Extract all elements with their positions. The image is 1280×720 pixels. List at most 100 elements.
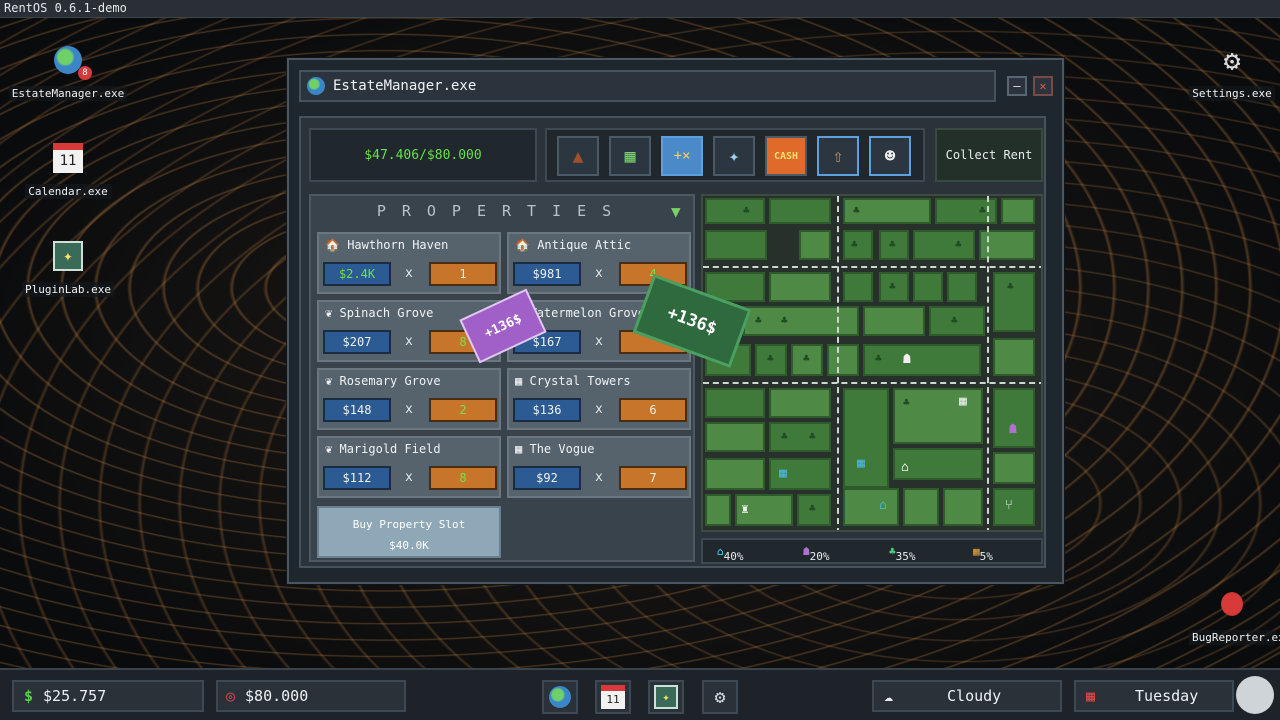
- property-card[interactable]: ▦ Crystal Towers $136 x 6: [507, 368, 691, 430]
- map-lot[interactable]: [913, 230, 975, 260]
- property-price[interactable]: $112: [323, 466, 391, 490]
- map-lot[interactable]: [769, 422, 831, 452]
- road: [703, 382, 1041, 384]
- building-tool-icon[interactable]: ▦: [609, 136, 651, 176]
- map-lot[interactable]: [993, 488, 1035, 526]
- property-count[interactable]: 6: [619, 398, 687, 422]
- road: [837, 196, 839, 530]
- property-count[interactable]: 2: [429, 398, 497, 422]
- desktop-icon-calendar[interactable]: 11 Calendar.exe: [8, 140, 128, 199]
- taskbar-pluginlab-button[interactable]: ✦: [648, 680, 684, 714]
- day-display: ▦ Tuesday: [1074, 680, 1234, 712]
- filter-icon[interactable]: ▼: [671, 202, 681, 221]
- multiplier-tool-icon[interactable]: +×: [661, 136, 703, 176]
- desktop-icon-estatemanager[interactable]: 8 EstateManager.exe: [8, 42, 128, 101]
- tree-icon: ♣: [767, 352, 774, 365]
- property-card[interactable]: 🏠 Hawthorn Haven $2.4K x 1: [317, 232, 501, 294]
- building-icon: ▦: [959, 394, 967, 409]
- calendar-icon: ▦: [1086, 687, 1096, 705]
- map-lot[interactable]: [827, 344, 859, 376]
- map-lot[interactable]: [1001, 198, 1035, 224]
- map-lot[interactable]: [705, 388, 765, 418]
- tree-icon: ♣: [809, 430, 816, 443]
- buy-property-slot-button[interactable]: Buy Property Slot $40.0K: [317, 506, 501, 558]
- map-lot[interactable]: [843, 488, 899, 526]
- tree-tool-icon[interactable]: ▲: [557, 136, 599, 176]
- times-sign: x: [595, 470, 603, 485]
- weather-value: Cloudy: [947, 687, 1002, 705]
- map-lot[interactable]: [843, 272, 873, 302]
- property-count[interactable]: 8: [429, 466, 497, 490]
- property-card[interactable]: ▦ The Vogue $92 x 7: [507, 436, 691, 498]
- close-button[interactable]: ✕: [1033, 76, 1053, 96]
- taskbar-calendar-button[interactable]: 11: [595, 680, 631, 714]
- taskbar-settings-button[interactable]: ⚙: [702, 680, 738, 714]
- map-lot[interactable]: [799, 230, 831, 260]
- map-lot[interactable]: [993, 452, 1035, 484]
- property-card[interactable]: ❦ Rosemary Grove $148 x 2: [317, 368, 501, 430]
- map-lot[interactable]: [769, 272, 831, 302]
- times-sign: x: [405, 266, 413, 281]
- map-lot[interactable]: [843, 230, 873, 260]
- property-price[interactable]: $981: [513, 262, 581, 286]
- times-sign: x: [405, 402, 413, 417]
- cash-tool-icon[interactable]: CASH: [765, 136, 807, 176]
- basket-icon: ☗: [803, 545, 810, 558]
- desktop-icon-label: EstateManager.exe: [8, 86, 128, 101]
- map-lot[interactable]: [705, 230, 767, 260]
- sparkle-tool-icon[interactable]: ✦: [713, 136, 755, 176]
- minimize-button[interactable]: –: [1007, 76, 1027, 96]
- property-count[interactable]: 1: [429, 262, 497, 286]
- desktop-icon-pluginlab[interactable]: ✦ PluginLab.exe: [8, 238, 128, 297]
- map-lot[interactable]: [903, 488, 939, 526]
- property-price[interactable]: $2.4K: [323, 262, 391, 286]
- map-lot[interactable]: [769, 198, 831, 224]
- collect-rent-button[interactable]: Collect Rent: [935, 128, 1043, 182]
- property-price[interactable]: $148: [323, 398, 391, 422]
- property-name: 🏠 Hawthorn Haven: [325, 238, 449, 252]
- map-lot[interactable]: [705, 422, 765, 452]
- desktop-icon-bugreporter[interactable]: BugReporter.exe: [1172, 586, 1280, 645]
- crystal-tower-icon: ▦: [857, 456, 865, 471]
- moon-icon: [1236, 676, 1274, 714]
- map-lot[interactable]: [705, 198, 765, 224]
- tree-icon: ♣: [781, 314, 788, 327]
- tree-icon: ♣: [889, 238, 896, 251]
- map-lot[interactable]: [943, 488, 983, 526]
- map-lot[interactable]: [993, 272, 1035, 332]
- building-icon: ▦: [973, 545, 980, 558]
- map-lot[interactable]: [947, 272, 977, 302]
- property-price[interactable]: $136: [513, 398, 581, 422]
- window-titlebar[interactable]: EstateManager.exe: [299, 70, 996, 102]
- desktop-icon-label: Settings.exe: [1189, 86, 1275, 101]
- tool-bar: ▲ ▦ +× ✦ CASH ⇧ ☻: [545, 128, 925, 182]
- desktop-icon-settings[interactable]: ⚙ Settings.exe: [1172, 42, 1280, 101]
- property-name: ❦ Spinach Grove: [325, 306, 434, 320]
- properties-panel: PROPERTIES ▼ 🏠 Hawthorn Haven $2.4K x 1 …: [309, 194, 695, 562]
- map-lot[interactable]: [913, 272, 943, 302]
- property-card[interactable]: ❦ Marigold Field $112 x 8: [317, 436, 501, 498]
- property-count[interactable]: 7: [619, 466, 687, 490]
- property-name: 🏠 Antique Attic: [515, 238, 632, 252]
- times-sign: x: [595, 334, 603, 349]
- upgrade-tool-icon[interactable]: ⇧: [817, 136, 859, 176]
- map-lot[interactable]: [769, 388, 831, 418]
- gear-icon: ⚙: [714, 686, 726, 708]
- plant-icon: ♣: [889, 545, 896, 558]
- legend-item-building: ▦ 5%: [973, 545, 993, 563]
- tree-icon: ♣: [853, 204, 860, 217]
- map-lot[interactable]: [993, 338, 1035, 376]
- map-lot[interactable]: [705, 458, 765, 490]
- map-legend: ⌂ 40% ☗ 20% ♣ 35% ▦ 5%: [701, 538, 1043, 564]
- map-lot[interactable]: [843, 388, 889, 488]
- basket-icon: ☗: [903, 352, 911, 367]
- property-price[interactable]: $207: [323, 330, 391, 354]
- property-price[interactable]: $92: [513, 466, 581, 490]
- taskbar-estatemanager-button[interactable]: [542, 680, 578, 714]
- person-tool-icon[interactable]: ☻: [869, 136, 911, 176]
- map-lot[interactable]: [993, 388, 1035, 448]
- map-lot[interactable]: [705, 494, 731, 526]
- map-lot[interactable]: [863, 306, 925, 336]
- castle-icon: ♜: [741, 502, 749, 517]
- city-map[interactable]: ♣ ♣ ♣ ♣ ♣ ♣ ♣ ♣ ♣ ♣ ♣ ♣ ♣ ♣ ♣ ♣ ♣ ♣ ▦ ▦ …: [701, 194, 1043, 532]
